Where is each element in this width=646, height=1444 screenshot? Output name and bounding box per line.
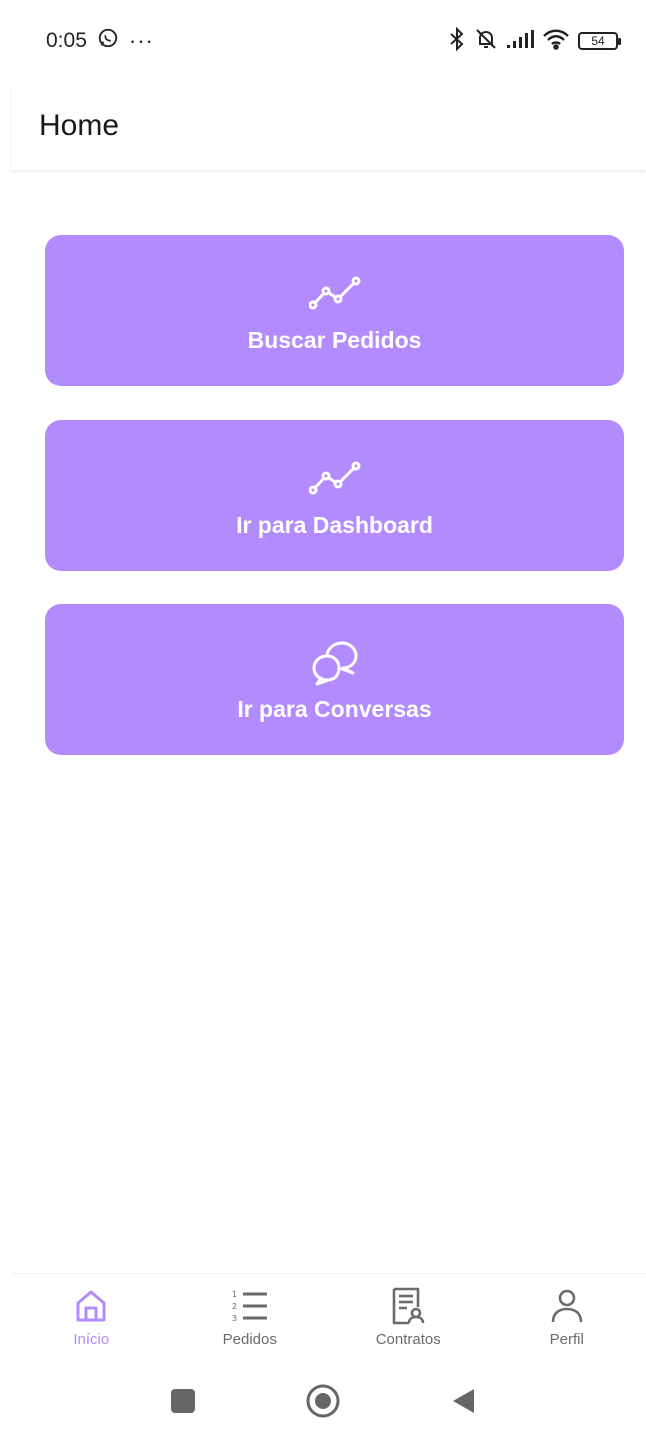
status-bar: 0:05 ··· 54 [0,0,646,82]
svg-text:1: 1 [232,1290,237,1299]
chat-bubbles-icon [309,636,361,688]
nav-item-inicio[interactable]: Início [12,1274,171,1358]
nav-label-inicio: Início [73,1331,110,1348]
nav-label-contratos: Contratos [375,1331,441,1348]
chart-line-icon [308,267,361,319]
signal-icon [506,29,534,54]
svg-text:3: 3 [232,1314,237,1323]
whatsapp-icon [97,27,119,55]
status-left: 0:05 ··· [46,27,154,55]
conversas-button[interactable]: Ir para Conversas [45,604,624,755]
dashboard-button[interactable]: Ir para Dashboard [45,420,624,571]
svg-text:2: 2 [232,1302,237,1311]
conversas-label: Ir para Conversas [237,696,432,722]
home-icon [71,1286,111,1326]
triangle-back-icon [453,1389,474,1413]
chart-line-icon [308,452,361,504]
bottom-nav: Início 1 2 3 Pedidos Contratos Perfil [12,1273,646,1358]
status-right: 54 [448,26,621,56]
back-button[interactable] [443,1381,483,1421]
bluetooth-icon [448,26,466,56]
system-nav-bar [0,1358,646,1444]
app-header: Home [12,82,646,170]
dashboard-label: Ir para Dashboard [236,512,433,538]
page-title: Home [39,109,120,142]
nav-label-pedidos: Pedidos [222,1331,277,1348]
contract-icon [388,1286,428,1326]
battery-level: 54 [591,34,605,48]
nav-label-perfil: Perfil [549,1331,584,1348]
nav-item-pedidos[interactable]: 1 2 3 Pedidos [171,1274,330,1358]
home-system-button[interactable] [303,1381,343,1421]
square-icon [171,1389,195,1413]
nav-item-contratos[interactable]: Contratos [329,1274,488,1358]
recent-apps-button[interactable] [163,1381,203,1421]
buscar-pedidos-label: Buscar Pedidos [247,327,422,353]
user-icon [547,1286,587,1326]
wifi-icon [542,28,570,55]
battery-icon: 54 [578,32,621,50]
bell-off-icon [474,27,498,56]
buscar-pedidos-button[interactable]: Buscar Pedidos [45,235,624,386]
status-time: 0:05 [46,29,87,52]
more-dots-icon: ··· [128,28,154,53]
nav-item-perfil[interactable]: Perfil [488,1274,646,1358]
numbered-list-icon: 1 2 3 [230,1286,270,1326]
circle-icon [306,1384,340,1418]
